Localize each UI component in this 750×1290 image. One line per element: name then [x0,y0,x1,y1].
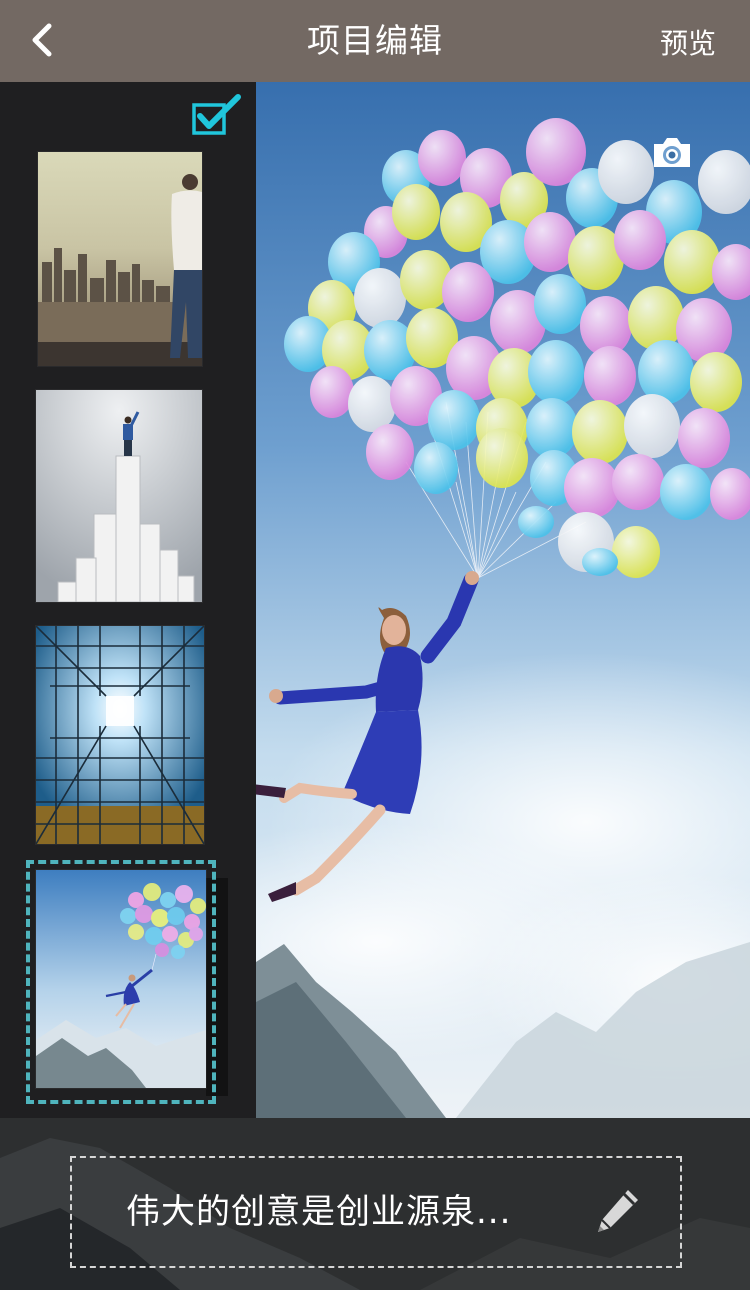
edit-caption-button[interactable] [592,1186,642,1236]
thumbnail-man-city-skyline[interactable] [38,152,202,366]
thumbnail-glass-building[interactable] [36,626,204,844]
pencil-icon [598,1190,638,1232]
checkbox-checked-icon [192,94,241,135]
selected-thumbnail-frame [26,860,216,1104]
camera-icon [654,138,690,167]
preview-button[interactable]: 预览 [660,0,716,82]
thumbnail-man-on-pillar[interactable] [36,390,202,602]
main-canvas[interactable] [256,82,750,1118]
select-all-checkbox[interactable] [190,94,244,138]
nav-bar: 项目编辑 预览 [0,0,750,82]
canvas-image [256,82,750,1118]
caption-bar: 伟大的创意是创业源泉... [0,1118,750,1290]
camera-button[interactable] [650,134,694,170]
caption-text: 伟大的创意是创业源泉... [126,1192,512,1232]
caption-input[interactable]: 伟大的创意是创业源泉... [70,1156,682,1268]
page-title: 项目编辑 [307,21,443,60]
thumbnail-sidebar [0,82,256,1118]
